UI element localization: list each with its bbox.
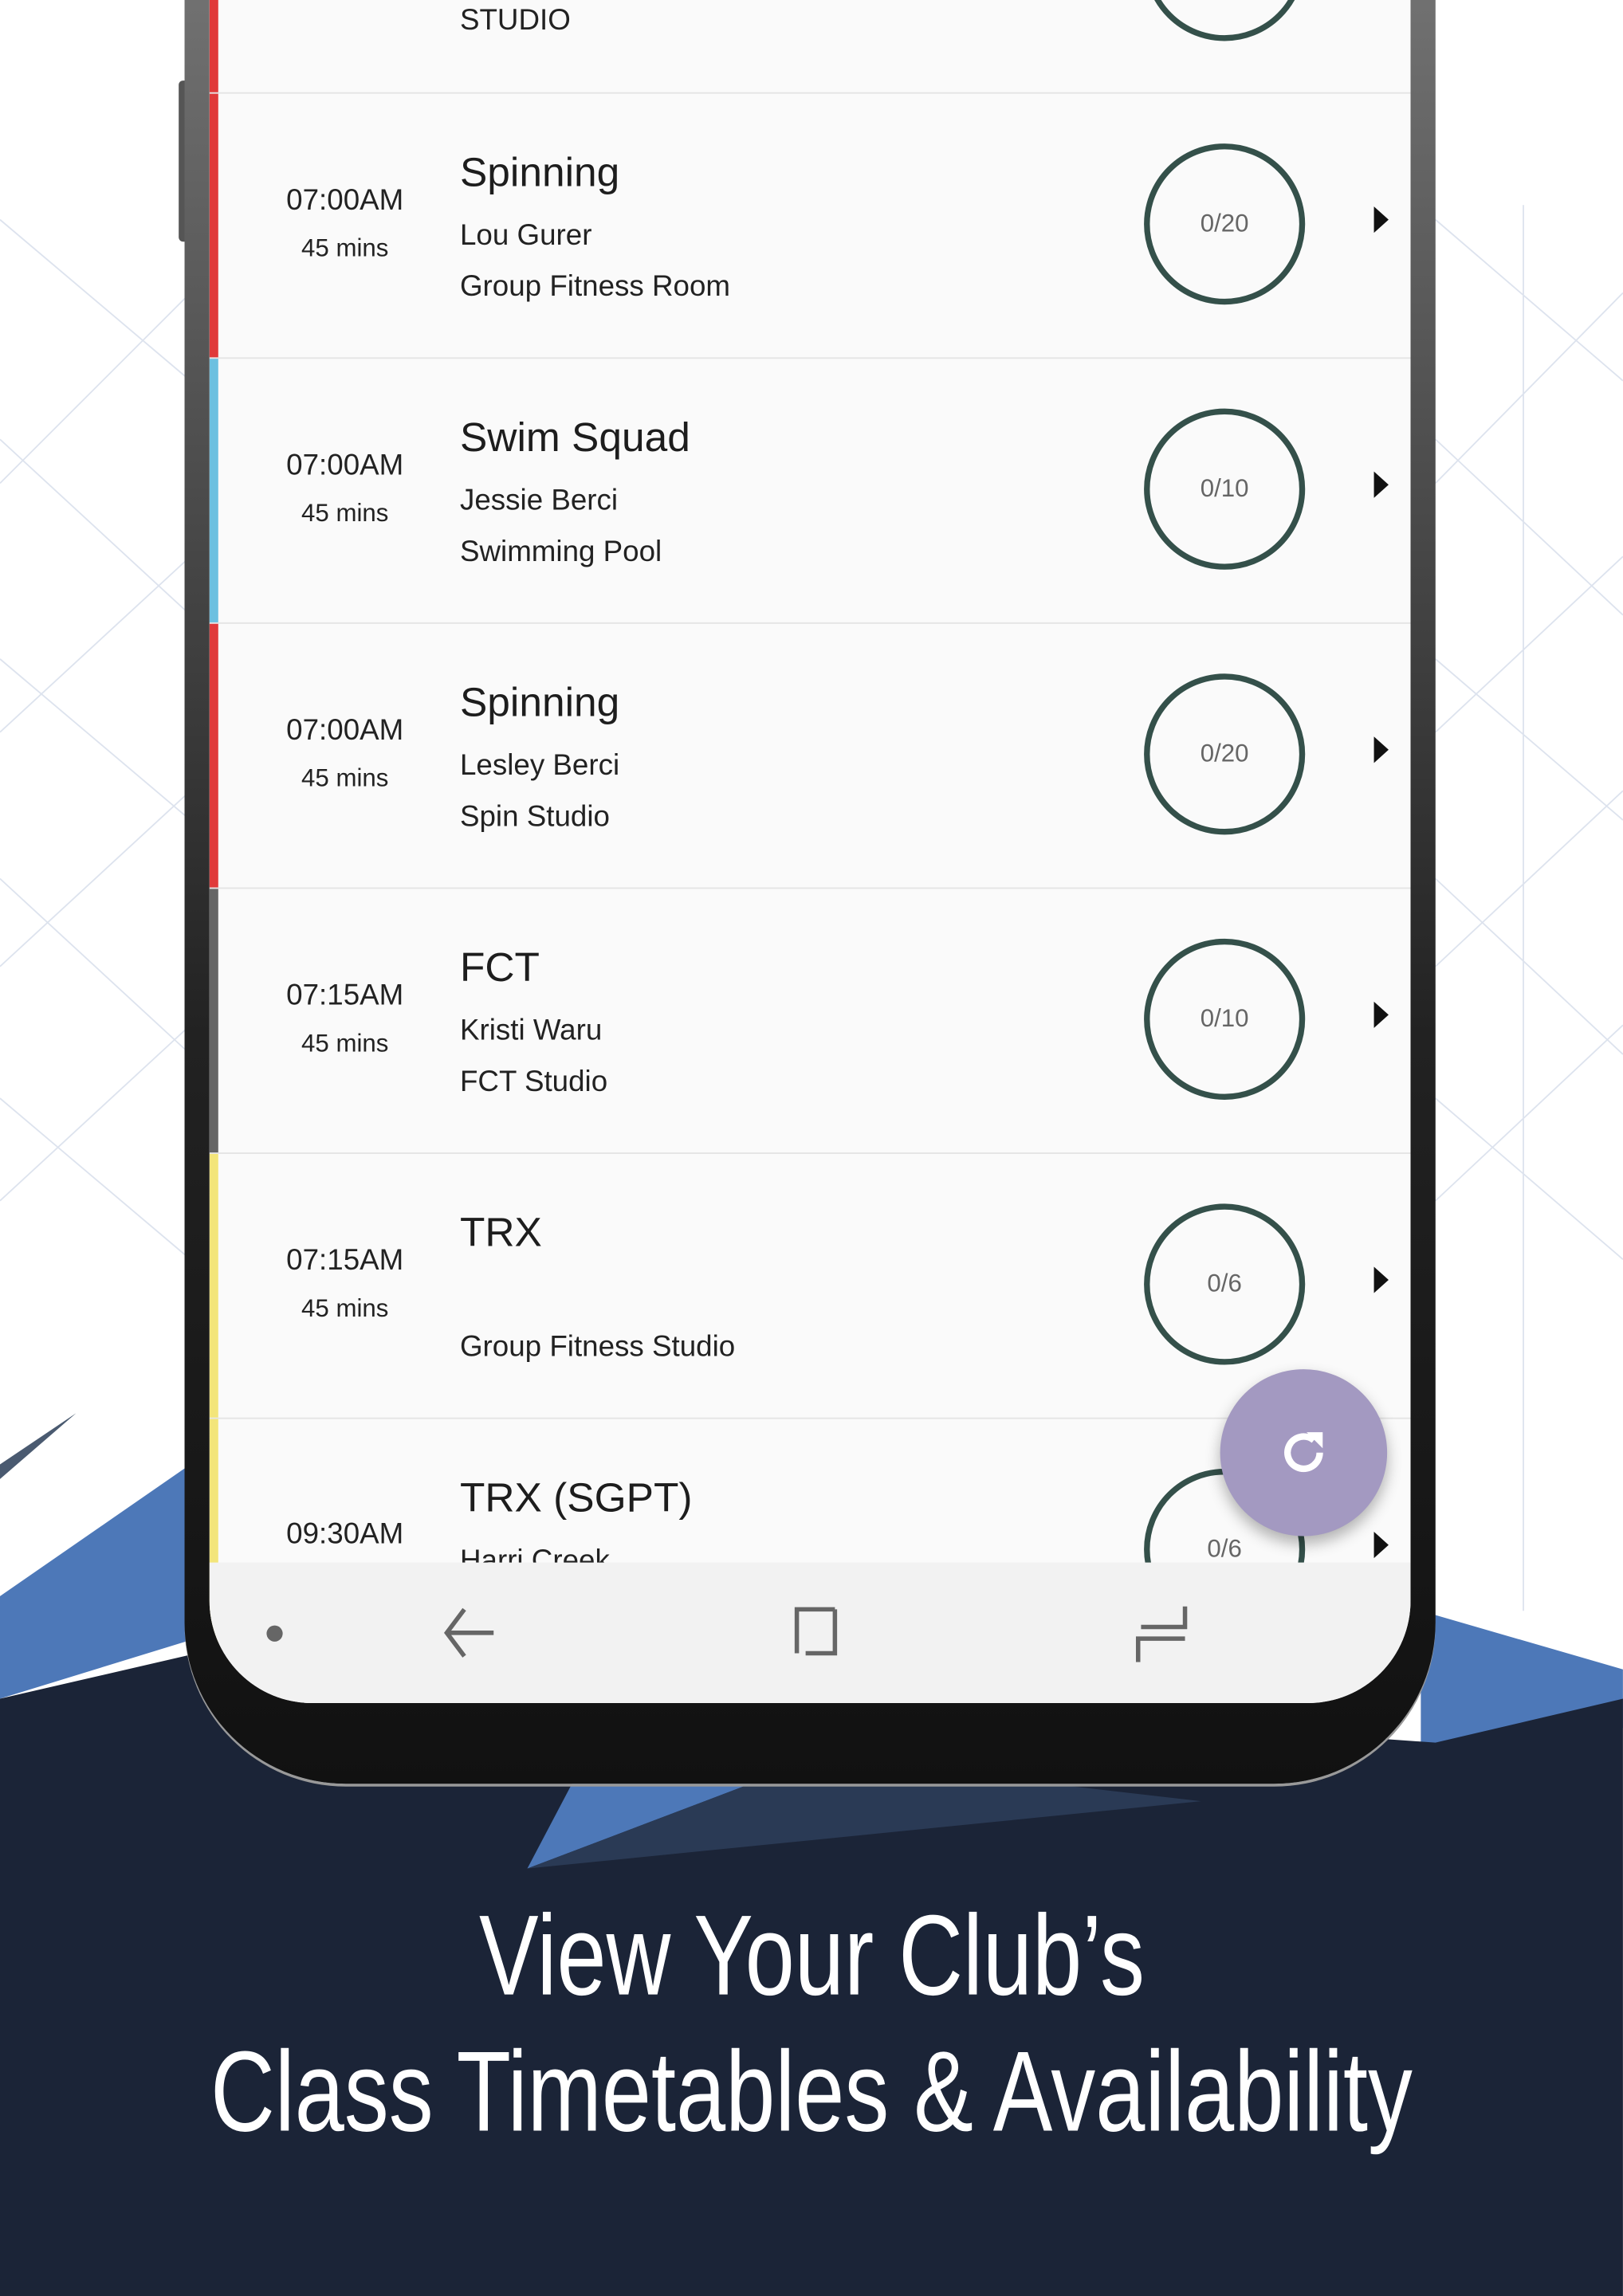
class-row-partial[interactable]: STUDIO — [209, 0, 1411, 94]
class-time: 07:15AM — [286, 1244, 404, 1278]
category-color-bar — [209, 623, 218, 888]
class-location: Swimming Pool — [459, 536, 662, 568]
capacity-ring: 0/10 — [1144, 408, 1306, 570]
category-color-bar — [209, 93, 218, 358]
recents-icon[interactable] — [1132, 1603, 1191, 1662]
capacity-ring: 0/10 — [1144, 938, 1306, 1100]
category-color-bar — [209, 889, 218, 1153]
headline-line-1: View Your Club’s — [478, 1890, 1145, 2019]
headline-line-2: Class Timetables & Availability — [210, 2027, 1413, 2156]
capacity-text: 0/6 — [1207, 1270, 1242, 1298]
class-title: FCT — [459, 944, 540, 991]
class-duration: 45 mins — [301, 1029, 389, 1058]
refresh-icon — [1284, 1432, 1323, 1473]
class-duration: 45 mins — [301, 499, 389, 528]
class-title: Swim Squad — [459, 414, 690, 460]
capacity-text: 0/10 — [1200, 1004, 1249, 1033]
class-row[interactable]: 07:15AM 45 mins FCT Kristi Waru FCT Stud… — [209, 889, 1411, 1154]
class-location: FCT Studio — [459, 1066, 608, 1099]
class-instructor: Lesley Berci — [459, 749, 620, 783]
capacity-ring: 0/20 — [1144, 143, 1306, 305]
promo-screen: STUDIO 07:00AM 45 mins Spinning Lou Gure… — [0, 0, 1623, 2296]
class-row[interactable]: 07:00AM 45 mins Spinning Lesley Berci Sp… — [209, 623, 1411, 889]
class-row[interactable]: 07:15AM 45 mins TRX Group Fitness Studio… — [209, 1153, 1411, 1419]
home-icon[interactable] — [785, 1603, 844, 1662]
capacity-text: 0/6 — [1207, 1534, 1242, 1563]
class-title: Spinning — [459, 679, 620, 725]
class-row[interactable]: 07:00AM 45 mins Spinning Lou Gurer Group… — [209, 93, 1411, 359]
capacity-ring — [1144, 0, 1306, 41]
refresh-button[interactable] — [1220, 1369, 1388, 1537]
class-location: Group Fitness Studio — [459, 1331, 736, 1364]
capacity-text: 0/20 — [1200, 739, 1249, 767]
class-time: 09:30AM — [286, 1518, 404, 1551]
capacity-text: 0/10 — [1200, 474, 1249, 503]
phone-screen: STUDIO 07:00AM 45 mins Spinning Lou Gure… — [209, 0, 1411, 1704]
category-color-bar — [209, 0, 218, 92]
class-location: Group Fitness Room — [459, 270, 731, 304]
capacity-ring: 0/6 — [1144, 1203, 1306, 1365]
chevron-right-icon[interactable] — [1373, 471, 1389, 498]
background-shard — [0, 1413, 77, 1479]
class-time: 07:00AM — [286, 714, 404, 748]
category-color-bar — [209, 359, 218, 622]
class-row[interactable]: 07:00AM 45 mins Swim Squad Jessie Berci … — [209, 359, 1411, 624]
class-title: Spinning — [459, 149, 620, 195]
class-instructor: Lou Gurer — [459, 219, 592, 253]
class-duration: 45 mins — [301, 234, 389, 262]
dot-icon[interactable] — [266, 1625, 283, 1642]
chevron-right-icon[interactable] — [1373, 736, 1389, 763]
chevron-right-icon[interactable] — [1373, 1001, 1389, 1028]
class-duration: 45 mins — [301, 1294, 389, 1323]
class-instructor: Jessie Berci — [459, 485, 619, 517]
class-duration: 45 mins — [301, 764, 389, 793]
class-time: 07:00AM — [286, 184, 404, 217]
class-title: TRX — [459, 1209, 542, 1255]
system-nav-bar — [209, 1562, 1411, 1704]
chevron-right-icon[interactable] — [1373, 1266, 1389, 1293]
capacity-ring: 0/20 — [1144, 673, 1306, 835]
class-time: 07:15AM — [286, 979, 404, 1012]
chevron-right-icon[interactable] — [1373, 1532, 1389, 1559]
class-location: STUDIO — [459, 4, 571, 37]
class-title: TRX (SGPT) — [459, 1474, 693, 1521]
category-color-bar — [209, 1153, 218, 1418]
class-instructor: Kristi Waru — [459, 1015, 603, 1047]
class-time: 07:00AM — [286, 449, 404, 482]
chevron-right-icon[interactable] — [1373, 206, 1389, 234]
back-icon[interactable] — [441, 1603, 500, 1662]
capacity-text: 0/20 — [1200, 209, 1249, 237]
class-location: Spin Studio — [459, 801, 610, 834]
